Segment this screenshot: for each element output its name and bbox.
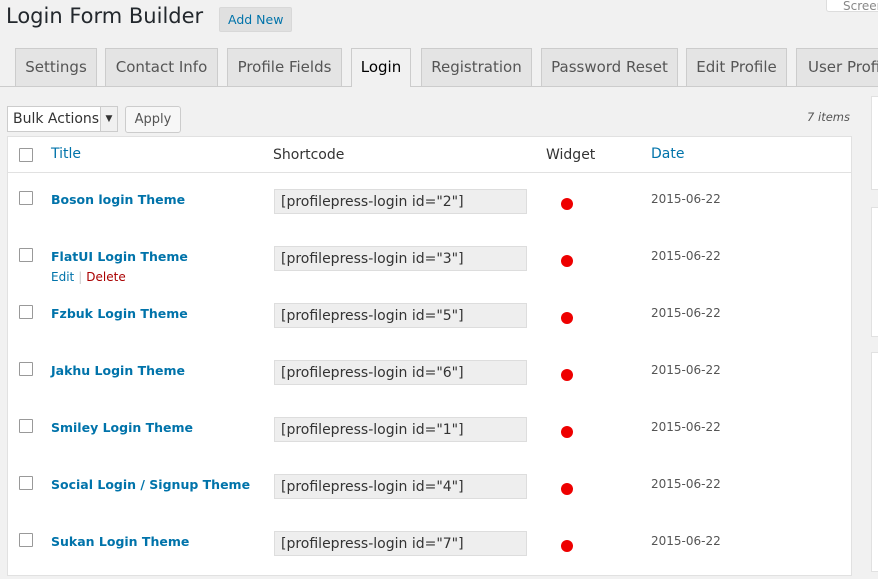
widget-status-dot: [561, 369, 573, 381]
tab-settings[interactable]: Settings: [15, 48, 97, 86]
widget-status-dot: [561, 198, 573, 210]
delete-link[interactable]: Delete: [86, 270, 125, 284]
column-date-header[interactable]: Date: [651, 146, 684, 162]
row-checkbox[interactable]: [19, 248, 33, 262]
row-title-link[interactable]: Social Login / Signup Theme: [51, 477, 250, 492]
tab-edit-profile[interactable]: Edit Profile: [686, 48, 787, 86]
tabs-divider: [0, 86, 878, 87]
tab-contact-info[interactable]: Contact Info: [105, 48, 218, 86]
shortcode-field[interactable]: [profilepress-login id="6"]: [274, 360, 527, 385]
table-row: FlatUI Login Theme Edit | Delete [profilep…: [8, 237, 851, 294]
row-checkbox[interactable]: [19, 305, 33, 319]
table-row: Boson login Theme [profilepress-login id…: [8, 180, 851, 237]
row-title-link[interactable]: Jakhu Login Theme: [51, 363, 185, 378]
apply-button[interactable]: Apply: [125, 106, 181, 133]
tab-registration[interactable]: Registration: [421, 48, 532, 86]
widget-status-dot: [561, 255, 573, 267]
widget-status-dot: [561, 312, 573, 324]
row-title-link[interactable]: Smiley Login Theme: [51, 420, 193, 435]
widget-status-dot: [561, 483, 573, 495]
row-checkbox[interactable]: [19, 191, 33, 205]
row-title-link[interactable]: Fzbuk Login Theme: [51, 306, 188, 321]
screen-options-button[interactable]: Screen Options: [826, 0, 878, 12]
shortcode-field[interactable]: [profilepress-login id="3"]: [274, 246, 527, 271]
chevron-down-icon: ▼: [100, 107, 117, 131]
tab-login[interactable]: Login: [351, 48, 411, 87]
sidebar-box: [871, 207, 878, 337]
shortcode-field[interactable]: [profilepress-login id="2"]: [274, 189, 527, 214]
widget-status-dot: [561, 540, 573, 552]
add-new-button[interactable]: Add New: [219, 7, 293, 32]
column-widget-header: Widget: [546, 147, 596, 163]
row-date: 2015-06-22: [651, 363, 721, 377]
row-date: 2015-06-22: [651, 420, 721, 434]
table-row: Social Login / Signup Theme [profilepres…: [8, 465, 851, 522]
row-title-link[interactable]: Boson login Theme: [51, 192, 185, 207]
action-separator: |: [78, 270, 83, 284]
table-row: Sukan Login Theme [profilepress-login id…: [8, 522, 851, 579]
widget-status-dot: [561, 426, 573, 438]
row-title-link[interactable]: FlatUI Login Theme: [51, 249, 188, 264]
shortcode-field[interactable]: [profilepress-login id="4"]: [274, 474, 527, 499]
row-checkbox[interactable]: [19, 476, 33, 490]
row-date: 2015-06-22: [651, 477, 721, 491]
shortcode-field[interactable]: [profilepress-login id="1"]: [274, 417, 527, 442]
column-shortcode-header: Shortcode: [273, 147, 345, 163]
row-title-link[interactable]: Sukan Login Theme: [51, 534, 189, 549]
column-title-header[interactable]: Title: [51, 146, 81, 162]
table-header: Title Shortcode Widget Date: [8, 137, 851, 173]
row-actions: Edit | Delete: [51, 270, 126, 284]
row-checkbox[interactable]: [19, 419, 33, 433]
page-title: Login Form Builder: [6, 4, 204, 28]
tab-password-reset[interactable]: Password Reset: [541, 48, 678, 86]
row-date: 2015-06-22: [651, 534, 721, 548]
sidebar-box: [871, 96, 878, 190]
shortcode-field[interactable]: [profilepress-login id="5"]: [274, 303, 527, 328]
row-date: 2015-06-22: [651, 249, 721, 263]
select-all-checkbox[interactable]: [19, 148, 33, 162]
forms-table: Title Shortcode Widget Date Boson login …: [7, 136, 852, 576]
row-date: 2015-06-22: [651, 306, 721, 320]
row-checkbox[interactable]: [19, 533, 33, 547]
items-count: 7 items: [807, 110, 850, 124]
shortcode-field[interactable]: [profilepress-login id="7"]: [274, 531, 527, 556]
tab-user-profile[interactable]: User Profile: [796, 48, 878, 86]
edit-link[interactable]: Edit: [51, 270, 74, 284]
table-row: Fzbuk Login Theme [profilepress-login id…: [8, 294, 851, 351]
table-row: Smiley Login Theme [profilepress-login i…: [8, 408, 851, 465]
tab-profile-fields[interactable]: Profile Fields: [227, 48, 342, 86]
row-checkbox[interactable]: [19, 362, 33, 376]
sidebar-box: [871, 352, 878, 572]
row-date: 2015-06-22: [651, 192, 721, 206]
bulk-actions-label: Bulk Actions: [13, 111, 100, 127]
table-row: Jakhu Login Theme [profilepress-login id…: [8, 351, 851, 408]
bulk-actions-select[interactable]: Bulk Actions ▼: [7, 106, 118, 132]
